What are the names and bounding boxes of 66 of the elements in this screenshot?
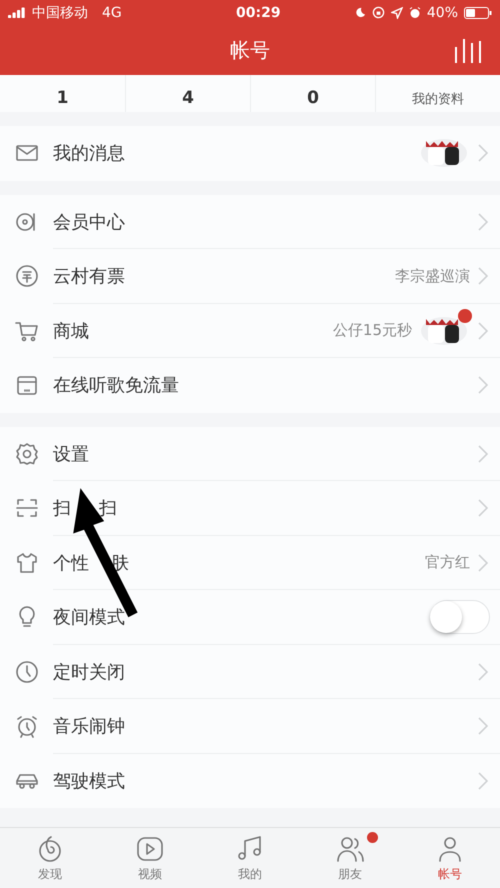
chevron-icon bbox=[478, 717, 488, 736]
menu-item[interactable]: 会员中心 bbox=[0, 194, 500, 249]
location-icon bbox=[390, 6, 403, 18]
page-title: 帐号 bbox=[230, 36, 270, 64]
clock-icon bbox=[15, 660, 39, 684]
menu-detail: 李宗盛巡演 bbox=[395, 266, 470, 286]
chevron-icon bbox=[478, 662, 488, 681]
disc-icon bbox=[36, 834, 64, 864]
menu-item[interactable]: 云村有票 李宗盛巡演 bbox=[0, 249, 500, 304]
menu-item[interactable]: 商城 公仔15元秒 bbox=[0, 304, 500, 358]
menu-label: 个性 bbox=[53, 552, 89, 575]
stat-count: 4 bbox=[182, 88, 194, 108]
menu-label: 驾驶模式 bbox=[53, 770, 126, 793]
chevron-icon bbox=[478, 144, 488, 162]
shirt-icon bbox=[15, 550, 39, 575]
settings-icon bbox=[15, 442, 39, 466]
menu-label: 云村有票 bbox=[53, 265, 126, 288]
menu-detail: 公仔15元秒 bbox=[332, 321, 412, 340]
chevron-icon bbox=[478, 376, 488, 394]
menu-label: 设置 bbox=[53, 442, 90, 466]
menu-label: 在线听歌免流量 bbox=[53, 374, 180, 398]
tab[interactable]: 朋友 bbox=[300, 828, 400, 888]
tab[interactable]: 我的 bbox=[200, 828, 300, 888]
menu-item[interactable]: 扫 扫 bbox=[0, 481, 500, 536]
menu-item[interactable]: 夜间模式 bbox=[0, 590, 500, 644]
status-time: 00:29 bbox=[236, 4, 281, 20]
menu-label: 我的消息 bbox=[53, 142, 126, 166]
rotation-lock-icon bbox=[372, 6, 385, 19]
menu-label: 商城 bbox=[53, 320, 90, 343]
menu-label: 扫 bbox=[53, 497, 71, 520]
tab[interactable]: 发现 bbox=[0, 828, 100, 888]
network-type: 4G bbox=[102, 4, 122, 20]
chevron-icon bbox=[478, 772, 488, 790]
menu-detail: 官方红 bbox=[425, 553, 470, 572]
carrier-name: 中国移动 bbox=[32, 4, 88, 22]
stat-count: 1 bbox=[56, 88, 68, 108]
chevron-icon bbox=[478, 267, 488, 286]
menu-label: 夜间模式 bbox=[53, 606, 126, 630]
chevron-icon bbox=[478, 212, 488, 231]
chevron-icon bbox=[478, 444, 488, 463]
menu-item[interactable]: 设置 bbox=[0, 426, 500, 481]
menu-item[interactable]: 音乐闹钟 bbox=[0, 699, 500, 754]
ticket-icon bbox=[15, 264, 39, 288]
menu-item[interactable]: 驾驶模式 bbox=[0, 754, 500, 808]
alarm-clock-icon bbox=[15, 714, 39, 738]
night-mode-switch[interactable] bbox=[430, 600, 490, 634]
chevron-icon bbox=[478, 322, 488, 340]
tab[interactable]: 帐号 bbox=[400, 828, 500, 888]
chevron-icon bbox=[478, 554, 488, 572]
profile-link[interactable]: 我的资料 bbox=[412, 90, 464, 108]
battery-percent: 40% bbox=[426, 4, 458, 20]
menu-item[interactable]: 我的消息 bbox=[0, 126, 500, 180]
menu-item[interactable]: 定时关闭 bbox=[0, 644, 500, 699]
menu-label: 扫 bbox=[99, 497, 117, 520]
menu-label: 会员中心 bbox=[53, 210, 126, 234]
alarm-icon bbox=[408, 6, 421, 18]
menu-item[interactable]: 在线听歌免流量 bbox=[0, 358, 500, 412]
menu-label: 音乐闹钟 bbox=[53, 715, 126, 738]
equalizer-icon[interactable] bbox=[454, 37, 482, 63]
chevron-icon bbox=[478, 499, 488, 518]
tab[interactable]: 视频 bbox=[100, 828, 200, 888]
stat-count: 0 bbox=[307, 88, 319, 108]
battery-icon bbox=[464, 6, 492, 18]
moon-icon bbox=[354, 7, 366, 18]
signal-icon bbox=[8, 7, 26, 18]
menu-label: 定时关闭 bbox=[53, 660, 126, 684]
